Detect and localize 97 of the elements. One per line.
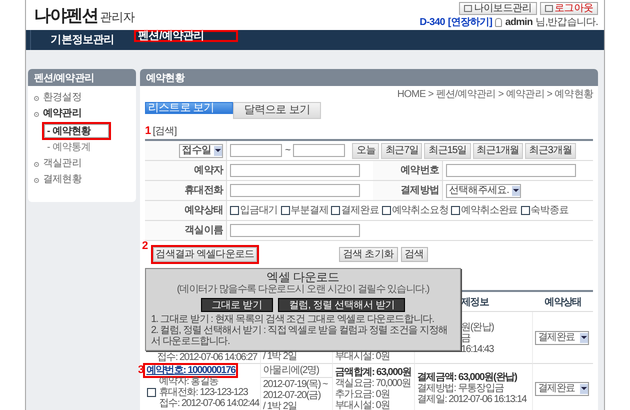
checkbox-label: 숙박종료 [530,204,568,216]
reservation-link[interactable]: 예약번호: 1000000176 [145,365,236,376]
reset-button[interactable]: 검색 초기화 [339,247,398,262]
panel-title: 예약현황 [140,69,598,86]
popup-title: 엑셀 다운로드 [266,271,340,284]
annotation-number: 2 [142,241,148,252]
checkbox-label: 결제완료 [341,204,379,216]
breadcrumb: HOME > 펜션/예약관리 > 예약관리 > 예약현황 [396,88,593,102]
sidebar-subitem[interactable]: - 예약현황 [44,124,109,138]
download-option-button[interactable]: 컬럼, 정렬 선택해서 받기 [278,298,406,312]
checkbox[interactable] [230,206,239,215]
sidebar-item[interactable]: 환경설정 [43,92,82,104]
period-button[interactable]: 최근3개월 [525,142,576,158]
checkbox-label: 부분결제 [290,204,328,216]
cell-text: 접수: 2012-07-06 14:02:44 [159,398,260,409]
caret-icon [580,384,588,394]
caret-icon [512,186,520,196]
sidebar-item[interactable]: 결제현황 [43,174,82,186]
caret-icon [214,146,222,156]
input-field[interactable] [230,184,360,197]
annotation-number: 1 [145,126,151,137]
popup-note: 2. 컬럼, 정렬 선택해서 받기 : 직접 엑셀로 받을 컬럼과 정렬 조건을 지정해서 다운로드합니다. [151,325,448,347]
sidebar-title: 펜션/예약관리 [28,69,136,86]
select-field[interactable]: 선택해주세요. [446,184,521,198]
cell-text: 접수: 2012-07-06 14:06:27 [157,352,258,363]
period-button[interactable]: 오늘 [352,142,380,158]
popup-subtitle: (데이터가 많을수록 다운로드시 오랜 시간이 걸릴수 있습니다.) [176,284,430,295]
field-label: 예약자 [194,164,223,176]
checkbox[interactable] [451,206,460,215]
checkbox[interactable] [147,388,156,397]
cell-text: 결제방법: 무통장입금 [417,383,505,394]
cell-text: 원(완납) [461,322,495,332]
excel-download-button[interactable]: 검색결과 엑셀다운로드 [150,245,260,264]
checkbox-label: 예약취소완료 [461,204,518,216]
column-header: 예약상태 [544,296,582,308]
username: admin [505,17,533,28]
cell-text: 2012-07-19(목) ~ [263,379,329,390]
column-header: 제정보 [461,296,489,308]
cell-text: / 1박 2일 [263,351,298,362]
sidebar-subitem[interactable]: - 예약통계 [44,142,94,154]
cell-text: 금 [461,332,472,344]
period-button[interactable]: 최근15일 [424,142,471,158]
field-label: 결제방법 [400,184,439,196]
bullet-icon [34,112,39,116]
logo: 나야펜션 [34,6,98,24]
date-field[interactable] [293,144,346,157]
account-code: D-340 [420,17,445,28]
cell-text: 결제금액: 63,000원(완납) [417,372,518,383]
cell-text: 결제일: 2012-07-06 16:13:14 [417,394,528,405]
period-button[interactable]: 최근7일 [381,142,422,158]
bullet-icon [34,178,39,182]
download-option-button[interactable]: 그대로 받기 [200,298,273,312]
cell-text: 객실요금: 70,000원 [335,378,412,388]
bullet-icon [34,96,39,100]
checkbox[interactable] [331,206,340,215]
checkbox-label: 예약취소요청 [392,204,448,216]
cell-text: 부대시설: 0원 [335,400,391,410]
popup-note: 1. 그대로 받기 : 현재 목록의 검색 조건 그대로 엑셀로 다운로드합니다. [151,314,435,325]
greeting: 님,반갑습니다. [536,17,598,28]
section-label: [검색] [152,126,177,137]
view-tab[interactable]: 달력으로 보기 [233,102,321,119]
field-label: 휴대전화 [184,184,223,196]
caret-icon [580,332,588,342]
field-label: 예약번호 [400,164,439,176]
range-separator: ~ [285,144,290,156]
person-icon [495,18,502,27]
checkbox[interactable] [382,206,391,215]
cell-text: 추가요금: 0원 [335,388,391,400]
input-field[interactable] [230,164,360,177]
header-button[interactable]: 나이보드관리 [458,2,537,15]
cell-text: 예약자: 홍길동 [159,376,218,387]
cell-text: 부대시설: 0원 [335,351,391,362]
sidebar-item[interactable]: 예약관리 [43,108,82,120]
cell-text: 휴대전화: 123-123-123 [159,387,248,398]
room-name: 아물리에(2명) [261,365,332,378]
field-label: 예약상태 [184,204,223,216]
cell-text: 금액합계: 63,000원 [335,366,412,378]
field-label: 객실이름 [184,224,223,236]
cell-text: 2012-07-20(금) [263,390,322,401]
bullet-icon [34,162,39,166]
logo-subtitle: 관리자 [100,10,135,24]
checkbox[interactable] [280,206,290,215]
nav-tab[interactable]: 펜션/예약관리 [134,30,238,42]
input-field[interactable] [446,164,576,177]
search-button[interactable]: 검색 [400,247,428,262]
logout-button[interactable]: 로그아웃 [540,2,598,15]
status-select[interactable]: 결제완료 [535,330,589,344]
date-field[interactable] [230,144,282,157]
select-field[interactable]: 접수일 [179,144,223,158]
checkbox-label: 입금대기 [240,204,278,216]
cell-text: 16:14:43 [461,344,495,354]
period-button[interactable]: 최근1개월 [472,142,524,158]
checkbox[interactable] [520,206,530,215]
status-select[interactable]: 결제완료 [535,382,589,396]
sidebar-item[interactable]: 객실관리 [43,158,82,170]
input-field[interactable] [230,224,360,237]
extend-link[interactable]: [연장하기] [448,17,492,28]
